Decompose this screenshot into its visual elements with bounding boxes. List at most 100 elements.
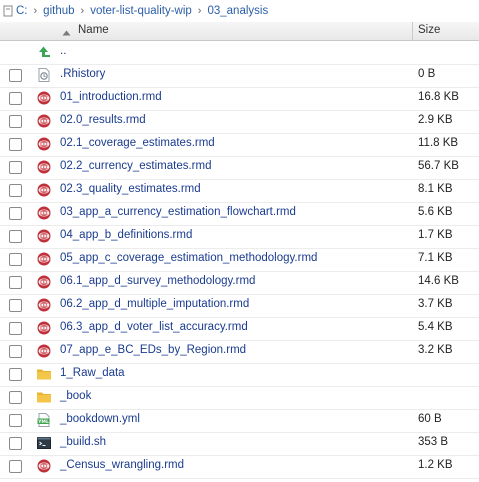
file-name-link[interactable]: 02.0_results.rmd — [60, 114, 146, 126]
row-checkbox[interactable] — [9, 276, 22, 289]
rmd-icon — [36, 343, 52, 359]
file-size: 16.8 KB — [418, 91, 459, 103]
breadcrumb-separator: › — [33, 5, 38, 17]
file-size: 60 B — [418, 413, 442, 425]
rmd-icon — [36, 320, 52, 336]
file-name-link[interactable]: 03_app_a_currency_estimation_flowchart.r… — [60, 206, 296, 218]
file-row[interactable]: 02.2_currency_estimates.rmd 56.7 KB — [0, 156, 479, 180]
file-size: 2.9 KB — [418, 114, 453, 126]
breadcrumb: C: › github › voter-list-quality-wip › 0… — [0, 0, 479, 23]
file-row[interactable]: 07_app_e_BC_EDs_by_Region.rmd 3.2 KB — [0, 340, 479, 364]
rmd-icon — [36, 136, 52, 152]
svg-text:YML: YML — [37, 419, 49, 425]
file-size: 0 B — [418, 68, 436, 80]
file-row[interactable]: _build.sh 353 B — [0, 432, 479, 456]
file-row[interactable]: 02.0_results.rmd 2.9 KB — [0, 110, 479, 134]
file-name-link[interactable]: _bookdown.yml — [60, 413, 140, 425]
file-size: 11.8 KB — [418, 137, 459, 149]
row-checkbox[interactable] — [9, 69, 22, 82]
file-row[interactable]: 02.3_quality_estimates.rmd 8.1 KB — [0, 179, 479, 203]
breadcrumb-segment[interactable]: github — [43, 5, 74, 17]
file-row[interactable]: 03_app_a_currency_estimation_flowchart.r… — [0, 202, 479, 226]
file-size: 1.7 KB — [418, 229, 453, 241]
file-name-link[interactable]: 02.3_quality_estimates.rmd — [60, 183, 201, 195]
row-checkbox[interactable] — [9, 138, 22, 151]
row-checkbox[interactable] — [9, 184, 22, 197]
file-size: 7.1 KB — [418, 252, 453, 264]
file-name-link[interactable]: 06.3_app_d_voter_list_accuracy.rmd — [60, 321, 248, 333]
rmd-icon — [36, 274, 52, 290]
file-row[interactable]: 06.2_app_d_multiple_imputation.rmd 3.7 KB — [0, 294, 479, 318]
breadcrumb-separator: › — [80, 5, 85, 17]
file-name-link[interactable]: 1_Raw_data — [60, 367, 125, 379]
file-row[interactable]: _Census_wrangling.rmd 1.2 KB — [0, 455, 479, 479]
file-name-link[interactable]: 02.1_coverage_estimates.rmd — [60, 137, 215, 149]
rmd-icon — [36, 297, 52, 313]
file-row[interactable]: 01_introduction.rmd 16.8 KB — [0, 87, 479, 111]
file-name-link[interactable]: .Rhistory — [60, 68, 105, 80]
parent-directory-link[interactable]: .. — [60, 45, 66, 57]
file-name-link[interactable]: 04_app_b_definitions.rmd — [60, 229, 192, 241]
folder-icon — [36, 389, 52, 405]
file-name-link[interactable]: 06.1_app_d_survey_methodology.rmd — [60, 275, 255, 287]
rmd-icon — [36, 90, 52, 106]
row-checkbox[interactable] — [9, 414, 22, 427]
file-name-link[interactable]: 02.2_currency_estimates.rmd — [60, 160, 211, 172]
breadcrumb-segment[interactable]: voter-list-quality-wip — [90, 5, 192, 17]
rmd-icon — [36, 205, 52, 221]
file-name-link[interactable]: _book — [60, 390, 91, 402]
file-row[interactable]: 04_app_b_definitions.rmd 1.7 KB — [0, 225, 479, 249]
rmd-icon — [36, 113, 52, 129]
file-name-link[interactable]: _Census_wrangling.rmd — [60, 459, 184, 471]
size-column-header[interactable]: Size — [418, 24, 440, 36]
row-checkbox[interactable] — [9, 253, 22, 266]
parent-directory-row[interactable]: .. — [0, 41, 479, 65]
file-name-link[interactable]: 07_app_e_BC_EDs_by_Region.rmd — [60, 344, 246, 356]
row-checkbox[interactable] — [9, 115, 22, 128]
file-size: 8.1 KB — [418, 183, 453, 195]
breadcrumb-separator: › — [197, 5, 202, 17]
file-name-link[interactable]: 01_introduction.rmd — [60, 91, 162, 103]
column-divider[interactable] — [412, 22, 413, 40]
file-row[interactable]: 02.1_coverage_estimates.rmd 11.8 KB — [0, 133, 479, 157]
file-size: 5.4 KB — [418, 321, 453, 333]
rmd-icon — [36, 458, 52, 474]
row-checkbox[interactable] — [9, 161, 22, 174]
row-checkbox[interactable] — [9, 230, 22, 243]
name-column-header[interactable]: Name — [78, 24, 109, 36]
up-arrow-icon — [36, 44, 52, 60]
yml-icon: YML — [36, 412, 52, 428]
row-checkbox[interactable] — [9, 92, 22, 105]
sort-ascending-icon[interactable] — [62, 27, 71, 39]
shell-icon — [36, 435, 52, 451]
file-row[interactable]: 1_Raw_data — [0, 363, 479, 387]
row-checkbox[interactable] — [9, 437, 22, 450]
file-row[interactable]: .Rhistory 0 B — [0, 64, 479, 88]
breadcrumb-segment[interactable]: 03_analysis — [207, 5, 268, 17]
file-row[interactable]: _book — [0, 386, 479, 410]
file-size: 14.6 KB — [418, 275, 459, 287]
file-name-link[interactable]: 05_app_c_coverage_estimation_methodology… — [60, 252, 317, 264]
file-name-link[interactable]: _build.sh — [60, 436, 106, 448]
file-name-link[interactable]: 06.2_app_d_multiple_imputation.rmd — [60, 298, 249, 310]
breadcrumb-segment[interactable]: C: — [16, 5, 28, 17]
rmd-icon — [36, 182, 52, 198]
row-checkbox[interactable] — [9, 368, 22, 381]
file-size: 3.7 KB — [418, 298, 453, 310]
row-checkbox[interactable] — [9, 391, 22, 404]
drive-icon[interactable] — [3, 5, 13, 17]
file-row[interactable]: 06.1_app_d_survey_methodology.rmd 14.6 KB — [0, 271, 479, 295]
row-checkbox[interactable] — [9, 322, 22, 335]
row-checkbox[interactable] — [9, 207, 22, 220]
rmd-icon — [36, 228, 52, 244]
row-checkbox[interactable] — [9, 460, 22, 473]
column-header: Name Size — [0, 22, 479, 41]
file-size: 5.6 KB — [418, 206, 453, 218]
file-size: 3.2 KB — [418, 344, 453, 356]
row-checkbox[interactable] — [9, 299, 22, 312]
file-size: 56.7 KB — [418, 160, 459, 172]
file-row[interactable]: 05_app_c_coverage_estimation_methodology… — [0, 248, 479, 272]
row-checkbox[interactable] — [9, 345, 22, 358]
file-row[interactable]: YML _bookdown.yml 60 B — [0, 409, 479, 433]
file-row[interactable]: 06.3_app_d_voter_list_accuracy.rmd 5.4 KB — [0, 317, 479, 341]
